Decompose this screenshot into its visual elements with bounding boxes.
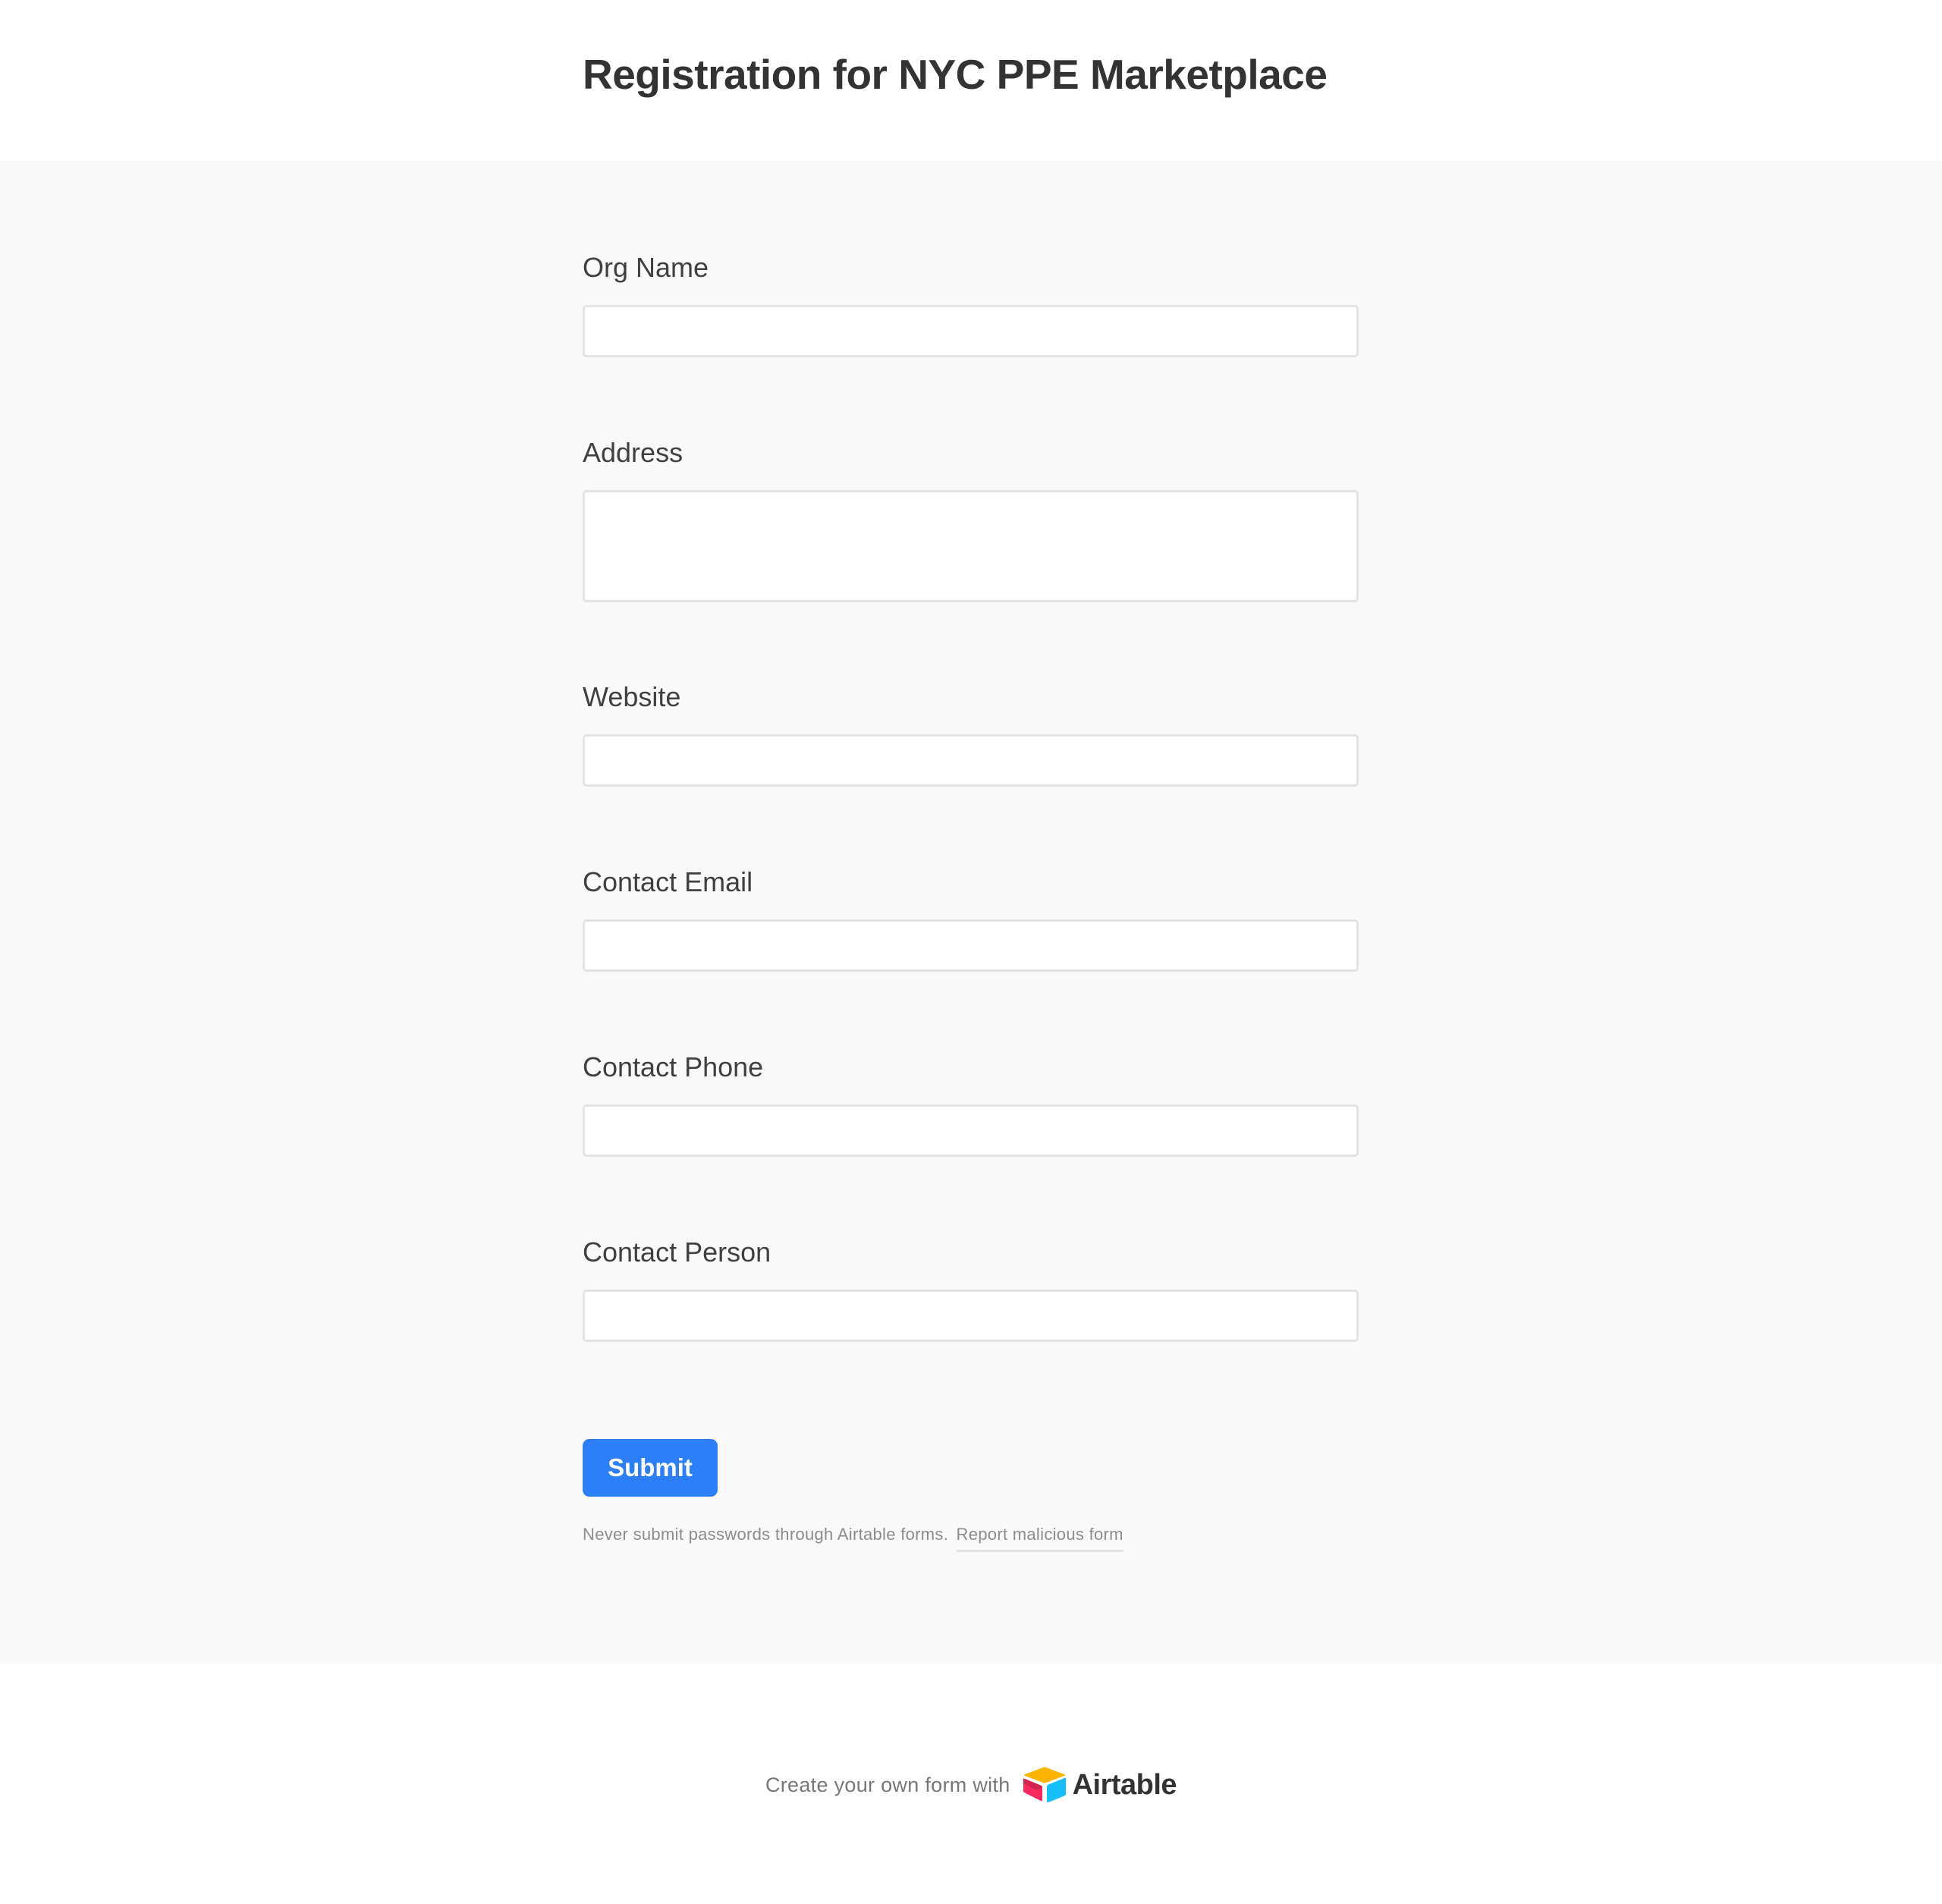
form-container: Org Name Address Website Contact Email C… [0, 161, 1942, 1664]
footer-branding: Create your own form with Airtable [0, 1767, 1942, 1803]
airtable-logo-icon [1023, 1767, 1066, 1803]
submit-button[interactable]: Submit [583, 1439, 718, 1497]
website-label: Website [583, 681, 681, 712]
contact-phone-input[interactable] [583, 1104, 1359, 1157]
page-header: Registration for NYC PPE Marketplace [0, 0, 1942, 161]
contact-person-label: Contact Person [583, 1236, 771, 1268]
page-footer: Create your own form with Airtable [0, 1664, 1942, 1904]
org-name-input[interactable] [583, 305, 1359, 357]
report-malicious-form-link[interactable]: Report malicious form [956, 1525, 1123, 1552]
airtable-wordmark: Airtable [1072, 1768, 1177, 1801]
contact-phone-label: Contact Phone [583, 1051, 764, 1082]
password-disclaimer: Never submit passwords through Airtable … [583, 1525, 1123, 1552]
airtable-link[interactable]: Airtable [1023, 1767, 1177, 1803]
address-label: Address [583, 437, 683, 468]
website-input[interactable] [583, 734, 1359, 787]
address-textarea[interactable] [583, 490, 1359, 602]
page-title: Registration for NYC PPE Marketplace [583, 51, 1328, 98]
org-name-label: Org Name [583, 252, 709, 283]
disclaimer-text: Never submit passwords through Airtable … [583, 1525, 949, 1544]
footer-text: Create your own form with [765, 1773, 1010, 1796]
contact-person-input[interactable] [583, 1290, 1359, 1342]
contact-email-input[interactable] [583, 919, 1359, 972]
contact-email-label: Contact Email [583, 866, 753, 897]
